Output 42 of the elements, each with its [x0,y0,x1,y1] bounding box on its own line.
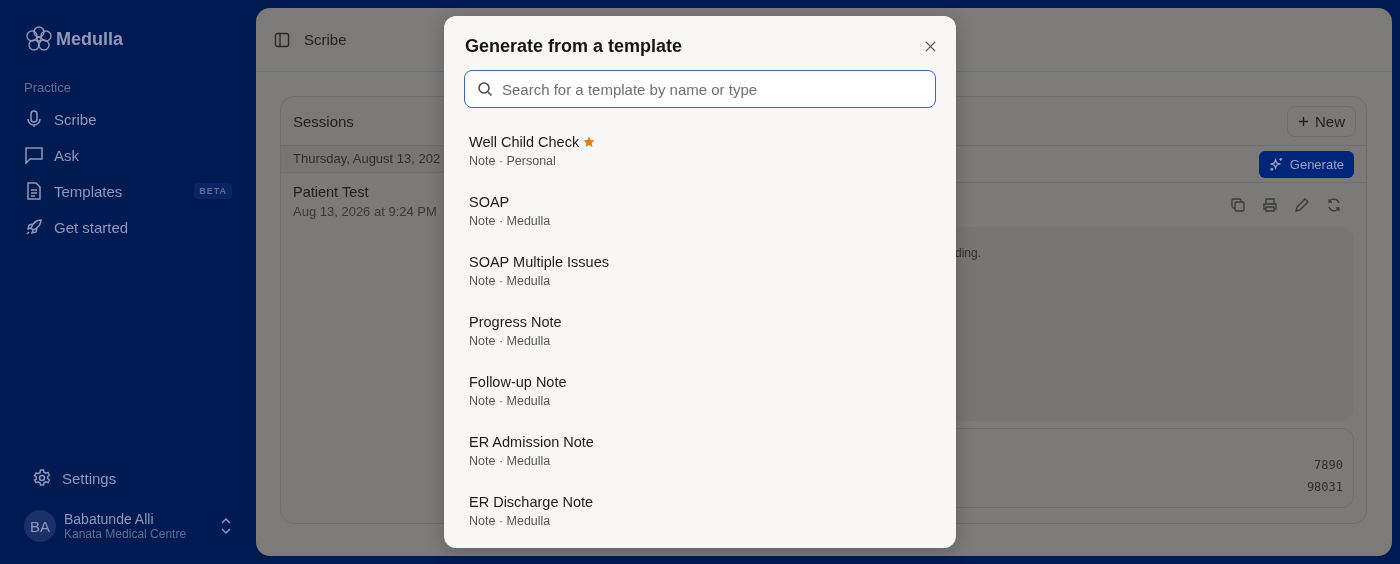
billing-code: 98031 [1306,480,1343,494]
sessions-title: Sessions [293,112,354,130]
template-item[interactable]: SOAP Note · Medulla [464,184,936,244]
settings-icon [32,468,52,488]
note-text: ding. [955,246,982,260]
refresh-icon[interactable] [1326,197,1342,213]
settings-item[interactable]: Settings [24,460,232,496]
billing-code: 7890 [1314,458,1343,472]
template-item[interactable]: Progress Note Note · Medulla [464,304,936,364]
user-avatar: BA [24,510,56,542]
generate-button[interactable]: Generate [1258,150,1354,178]
search-icon [477,81,493,97]
sidebar-item[interactable]: Templates BETA [24,173,232,209]
sidebar-toggle-icon[interactable] [274,31,290,48]
beta-badge: BETA [194,183,232,199]
close-icon[interactable] [925,40,936,52]
chevrons-icon [220,517,232,535]
sparkle-icon [1268,156,1284,172]
edit-icon[interactable] [1294,197,1310,213]
rocket-icon [24,217,44,237]
template-item[interactable]: ER Discharge Note Note · Medulla [464,484,936,544]
chat-icon [24,145,44,165]
logo-icon [24,24,54,54]
document-icon [24,181,44,201]
dialog-title: Generate from a template [464,35,683,57]
plus-icon [1298,115,1309,127]
template-item[interactable]: SOAP Multiple Issues Note · Medulla [464,244,936,304]
user-name: Babatunde Alli [64,511,155,527]
template-item[interactable]: ER Admission Note Note · Medulla [464,424,936,484]
sidebar-item[interactable]: Ask [24,137,232,173]
template-item[interactable]: Follow-up Note Note · Medulla [464,364,936,424]
microphone-icon [24,109,44,129]
brand-name: Medulla [56,28,123,50]
section-label: Practice [24,80,72,95]
sidebar-item[interactable]: Scribe [24,101,232,137]
copy-icon[interactable] [1230,197,1246,213]
new-button[interactable]: New [1287,105,1356,137]
print-icon[interactable] [1262,197,1278,213]
sidebar-item[interactable]: Get started [24,209,232,245]
page-title: Scribe [304,31,347,48]
user-organization: Kanata Medical Centre [64,527,188,541]
search-field[interactable]: Search for a template by name or type [464,70,936,108]
